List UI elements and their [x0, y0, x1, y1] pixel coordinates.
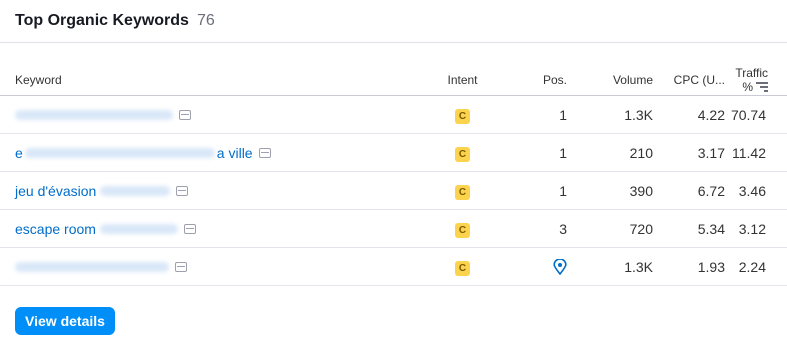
volume-value: 720: [573, 209, 653, 248]
traffic-value: 3.46: [725, 171, 787, 210]
column-cpc[interactable]: CPC (U...: [653, 64, 725, 96]
organic-keywords-widget: Top Organic Keywords 76 Keyword Intent P…: [0, 0, 787, 358]
traffic-value: 11.42: [725, 133, 787, 172]
cpc-value: 6.72: [653, 171, 725, 210]
intent-badge: C: [455, 108, 470, 124]
position-value: 3: [510, 209, 573, 248]
keyword-link[interactable]: jeu d'évasion: [15, 182, 189, 199]
traffic-value: 70.74: [725, 95, 787, 134]
intent-badge: C: [455, 260, 470, 276]
keyword-count: 76: [196, 12, 215, 29]
position-value: 1: [510, 171, 573, 210]
keyword-text: jeu d'évasion: [15, 182, 97, 199]
volume-value: 1.3K: [573, 95, 653, 134]
keyword-link[interactable]: escape room: [15, 221, 196, 237]
intent-badge: C: [455, 146, 470, 162]
serp-features-icon[interactable]: [258, 147, 271, 158]
redacted-keyword: [15, 261, 169, 272]
volume-value: 210: [573, 133, 653, 172]
cpc-value: 4.22: [653, 95, 725, 134]
column-position[interactable]: Pos.: [510, 64, 573, 96]
widget-title: Top Organic Keywords: [15, 12, 189, 29]
serp-features-icon[interactable]: [175, 261, 187, 272]
serp-features-icon[interactable]: [183, 223, 196, 234]
redacted-keyword: [24, 147, 215, 158]
intent-badge: C: [455, 222, 470, 238]
table-row: jeu d'évasion C 1 390 6.72 3.46: [0, 171, 787, 210]
widget-header: Top Organic Keywords 76: [15, 12, 215, 34]
keyword-link[interactable]: e a ville: [15, 145, 271, 161]
sort-icon[interactable]: [756, 82, 768, 92]
keyword-link[interactable]: [15, 109, 191, 120]
keyword-suffix: a ville: [216, 144, 253, 161]
redacted-keyword: [99, 223, 178, 234]
position-value: 1: [510, 133, 573, 172]
column-intent[interactable]: Intent: [415, 64, 510, 96]
position-value: 1: [510, 95, 573, 134]
table-row: e a ville C 1 210 3.17 11.42: [0, 133, 787, 172]
keywords-table: Keyword Intent Pos. Volume CPC (U... Tra…: [0, 64, 787, 286]
column-keyword[interactable]: Keyword: [0, 64, 415, 96]
redacted-keyword: [15, 109, 173, 120]
column-volume[interactable]: Volume: [573, 64, 653, 96]
table-header-row: Keyword Intent Pos. Volume CPC (U... Tra…: [0, 64, 787, 96]
table-row: C 1 1.3K 4.22 70.74: [0, 95, 787, 134]
table-row: C 1.3K 1.93 2.24: [0, 247, 787, 286]
keyword-text: e: [15, 144, 23, 161]
cpc-value: 5.34: [653, 209, 725, 248]
view-details-button[interactable]: View details: [15, 307, 115, 335]
volume-value: 1.3K: [573, 247, 653, 286]
column-traffic[interactable]: Traffic %: [725, 64, 787, 96]
intent-badge: C: [455, 184, 470, 200]
header-divider: [0, 42, 787, 43]
keyword-text: escape room: [15, 220, 96, 237]
cpc-value: 3.17: [653, 133, 725, 172]
traffic-value: 3.12: [725, 209, 787, 248]
redacted-keyword: [100, 185, 171, 196]
table-row: escape room C 3 720 5.34 3.12: [0, 209, 787, 248]
traffic-value: 2.24: [725, 247, 787, 286]
volume-value: 390: [573, 171, 653, 210]
serp-features-icon[interactable]: [176, 185, 189, 196]
serp-features-icon[interactable]: [179, 109, 191, 120]
location-pin-icon[interactable]: [553, 259, 567, 276]
keyword-link[interactable]: [15, 261, 187, 272]
cpc-value: 1.93: [653, 247, 725, 286]
